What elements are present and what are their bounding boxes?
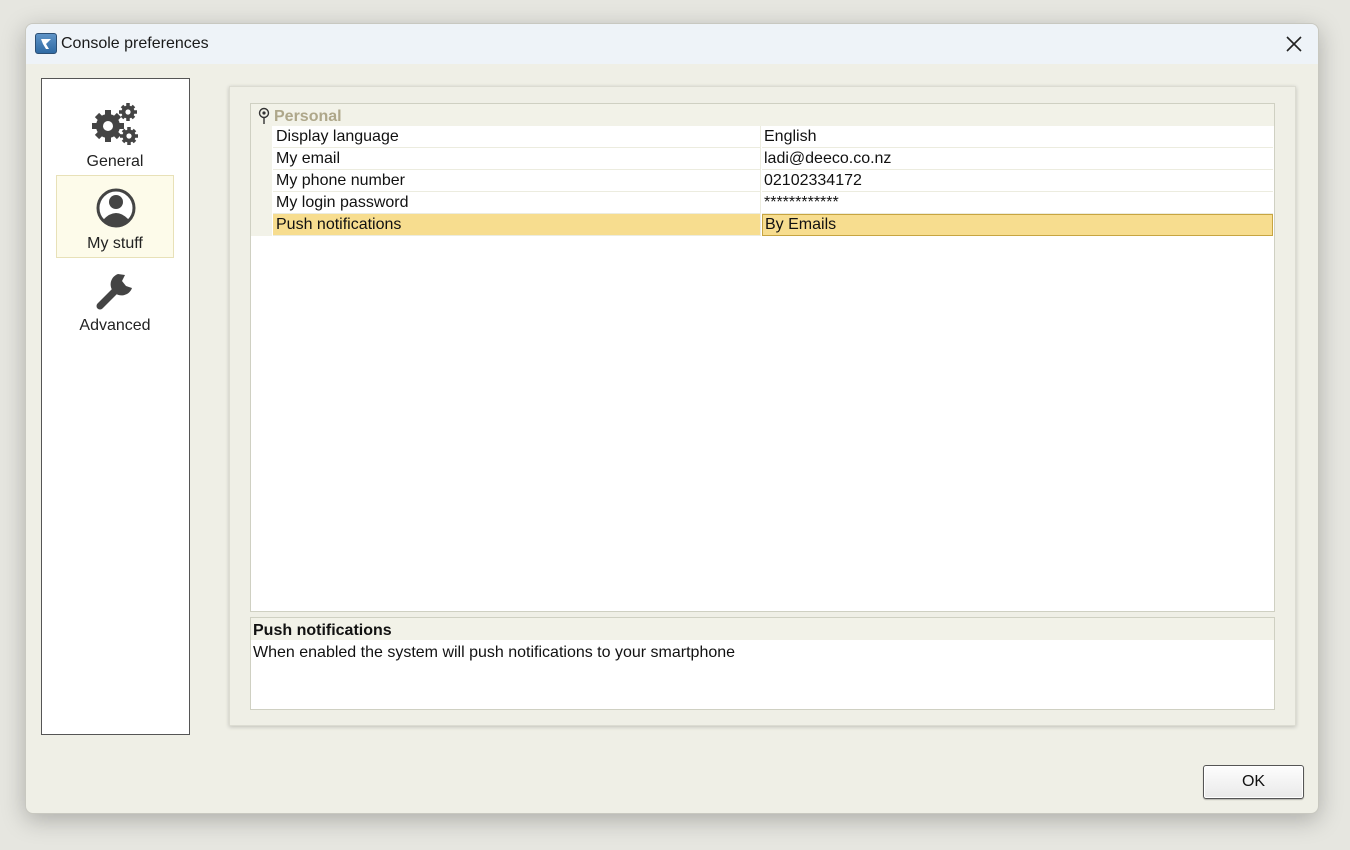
property-row[interactable]: My phone number 02102334172 <box>251 170 1274 192</box>
user-icon <box>96 188 136 228</box>
property-name: My login password <box>273 192 761 214</box>
sidebar-item-my-stuff[interactable]: My stuff <box>56 175 174 258</box>
property-row-selected[interactable]: Push notifications By Emails <box>251 214 1274 236</box>
category-sidebar: General My stuff Advanced <box>41 78 190 735</box>
property-value[interactable]: ************ <box>762 192 1273 214</box>
property-name: Display language <box>273 126 761 148</box>
settings-panel: Personal Display language English My ema… <box>229 86 1296 726</box>
app-logo-icon <box>35 33 57 54</box>
category-header[interactable]: Personal <box>251 104 1274 126</box>
property-name: My email <box>273 148 761 170</box>
sidebar-item-label: Advanced <box>79 317 151 334</box>
sidebar-item-label: My stuff <box>87 235 143 252</box>
pin-icon <box>258 107 270 124</box>
sidebar-item-general[interactable]: General <box>56 93 174 176</box>
sidebar-item-advanced[interactable]: Advanced <box>56 257 174 340</box>
property-name: My phone number <box>273 170 761 192</box>
category-label: Personal <box>274 108 342 125</box>
property-value[interactable]: By Emails <box>762 214 1273 236</box>
help-pane: Push notifications When enabled the syst… <box>250 617 1275 710</box>
property-row[interactable]: My login password ************ <box>251 192 1274 214</box>
ok-button[interactable]: OK <box>1203 765 1304 799</box>
property-row[interactable]: Display language English <box>251 126 1274 148</box>
window-title: Console preferences <box>61 35 209 52</box>
gears-icon <box>92 103 138 145</box>
sidebar-item-label: General <box>86 153 144 170</box>
close-icon <box>1286 36 1302 52</box>
property-row[interactable]: My email ladi@deeco.co.nz <box>251 148 1274 170</box>
property-grid: Personal Display language English My ema… <box>250 103 1275 612</box>
property-value[interactable]: 02102334172 <box>762 170 1273 192</box>
property-value[interactable]: English <box>762 126 1273 148</box>
property-name: Push notifications <box>273 214 761 236</box>
property-value[interactable]: ladi@deeco.co.nz <box>762 148 1273 170</box>
help-title: Push notifications <box>251 618 1274 640</box>
close-button[interactable] <box>1282 32 1306 56</box>
wrench-icon <box>96 274 132 310</box>
help-description: When enabled the system will push notifi… <box>253 644 736 661</box>
preferences-window: Console preferences General My stuff Adv… <box>25 23 1319 814</box>
title-bar[interactable]: Console preferences <box>26 24 1318 64</box>
